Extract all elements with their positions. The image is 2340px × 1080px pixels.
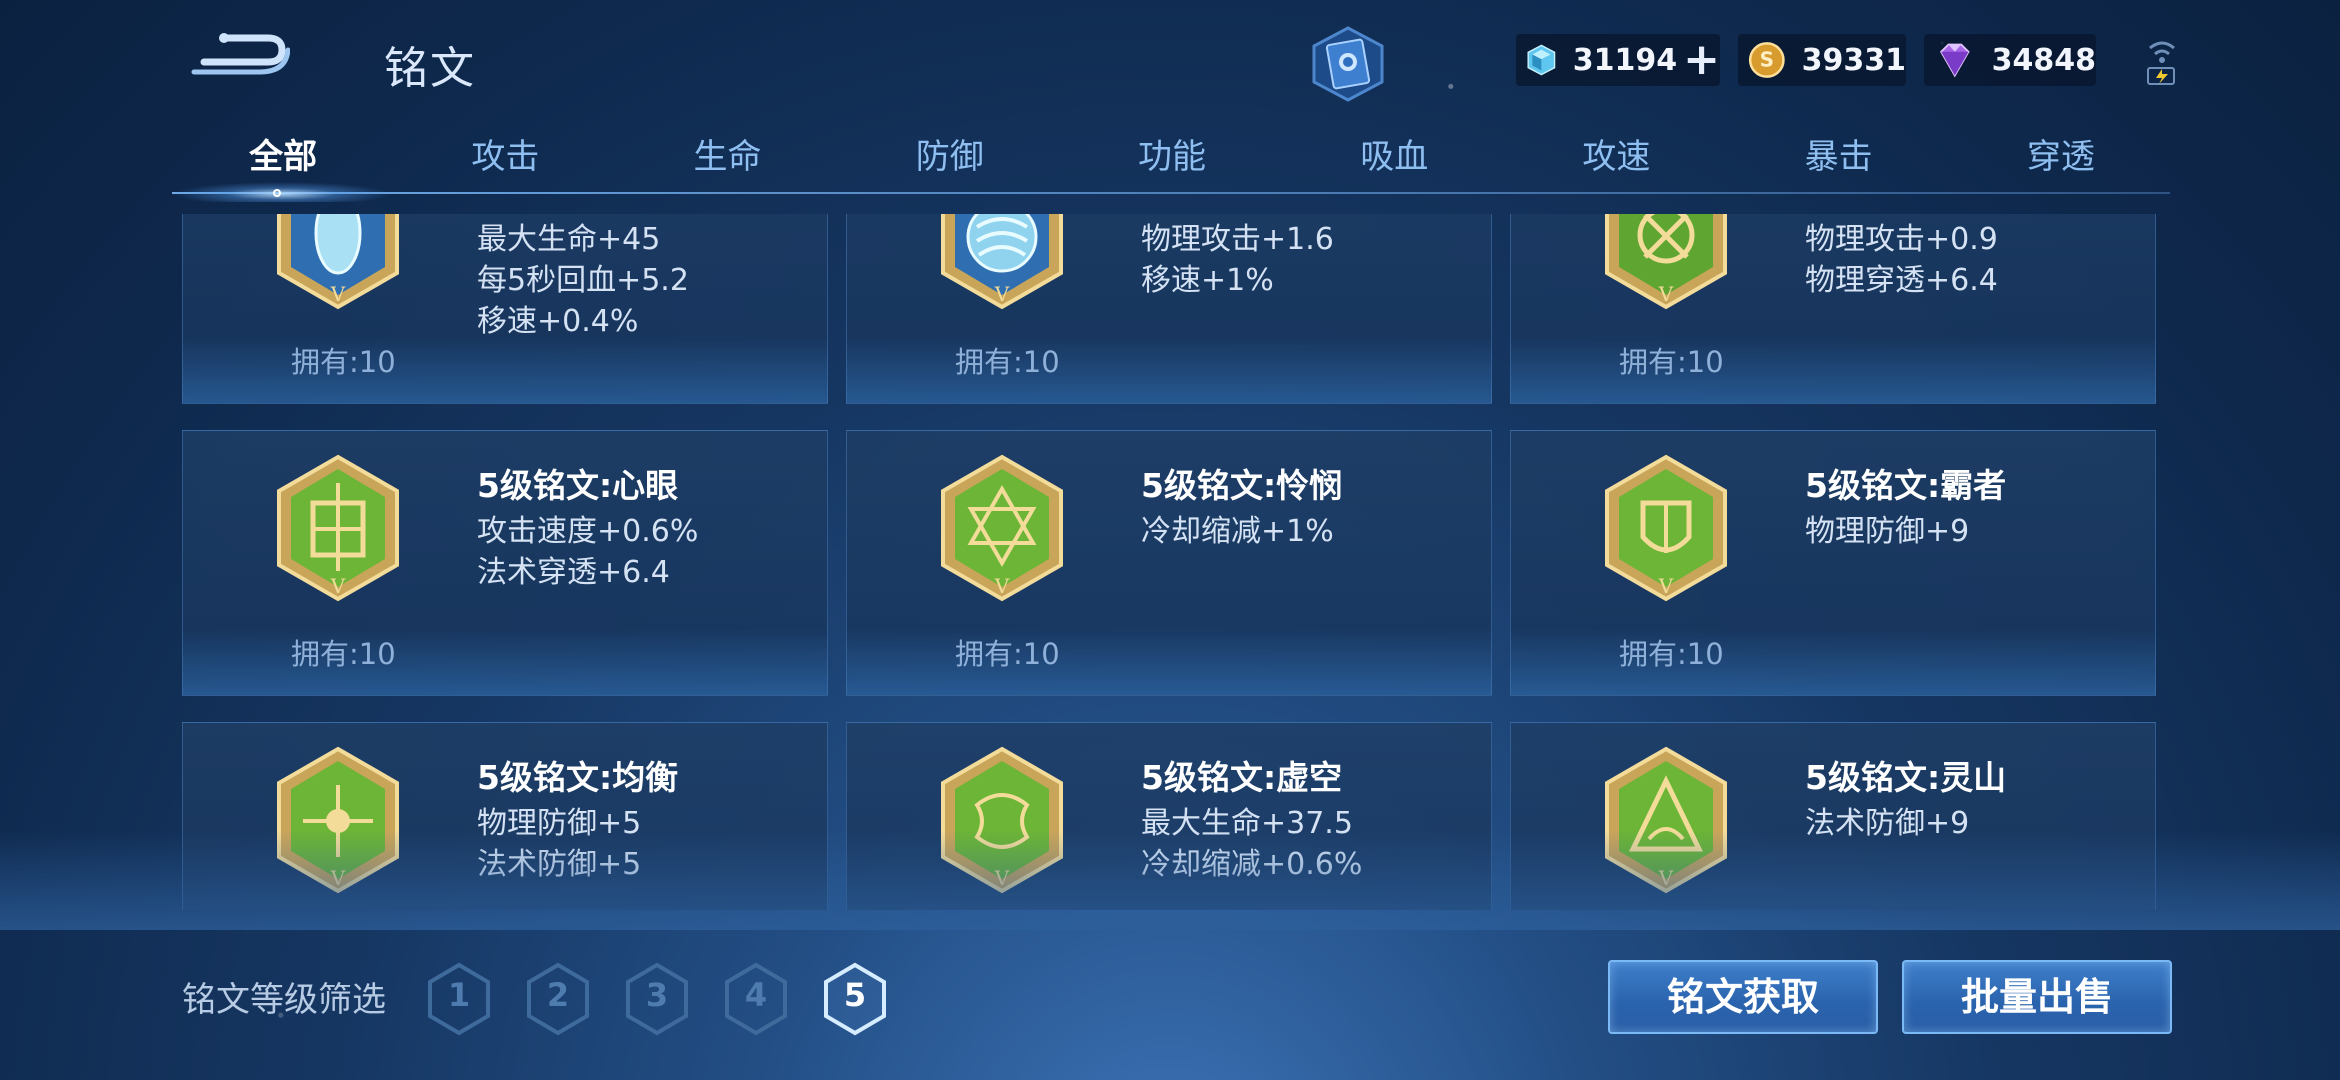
green-rune-lingshan-icon: V [1605, 746, 1727, 894]
crystal-count: 31194 [1572, 42, 1678, 78]
rune-owned-count: 拥有:10 [291, 637, 396, 671]
green-knot-rune-icon: V [1605, 214, 1727, 310]
rune-book-icon [1312, 26, 1384, 102]
acquire-rune-button[interactable]: 铭文获取 [1608, 960, 1878, 1034]
back-arrow-icon [191, 33, 291, 75]
svg-text:V: V [1658, 866, 1674, 890]
level-filter-4[interactable]: 4 [723, 962, 789, 1036]
rune-book-button[interactable] [1308, 26, 1388, 102]
rune-card[interactable]: V 物理攻击+1.6 移速+1% 拥有:10 [846, 214, 1492, 404]
rune-attributes: 攻击速度+0.6% 法术穿透+6.4 [477, 514, 699, 590]
rune-owned-count: 拥有:10 [1619, 637, 1724, 671]
rune-owned-count: 拥有:10 [955, 637, 1060, 671]
signal-icon [2147, 41, 2175, 85]
tab-defense[interactable]: 防御 [839, 128, 1061, 198]
tab-health[interactable]: 生命 [616, 128, 838, 198]
gold-count: 39331 [1801, 42, 1906, 78]
svg-text:V: V [994, 282, 1010, 306]
rune-name: 5级铭文:霸者 [1805, 466, 2007, 505]
rune-attributes: 最大生命+45 每5秒回血+5.2 移速+0.4% [477, 222, 689, 339]
green-rune-bazhe-icon: V [1605, 454, 1727, 602]
rune-attributes: 物理防御+9 [1805, 514, 1970, 549]
rune-card[interactable]: V 5级铭文:怜悯 冷却缩减+1% 拥有:10 [846, 430, 1492, 696]
rune-attributes: 物理防御+5 法术防御+5 [477, 806, 642, 882]
rune-owned-count: 拥有:10 [291, 345, 396, 379]
level-filter-1[interactable]: 1 [426, 962, 492, 1036]
page-title: 铭文 [384, 43, 476, 94]
tab-attack-speed[interactable]: 攻速 [1505, 128, 1727, 198]
rune-owned-count: 拥有:10 [955, 345, 1060, 379]
blue-teardrop-rune-icon: V [277, 214, 399, 310]
blue-swirl-rune-icon: V [941, 214, 1063, 310]
tab-utility[interactable]: 功能 [1061, 128, 1283, 198]
tab-lifesteal[interactable]: 吸血 [1283, 128, 1505, 198]
rune-attributes: 冷却缩减+1% [1141, 514, 1334, 549]
rune-card[interactable]: V 5级铭文:灵山 法术防御+9 [1510, 722, 2156, 910]
rune-grid[interactable]: V 最大生命+45 每5秒回血+5.2 移速+0.4% 拥有:10 V 物理攻击… [182, 214, 2158, 910]
level-filter-label: 铭文等级筛选 [182, 980, 386, 1020]
tab-critical[interactable]: 暴击 [1728, 128, 1950, 198]
level-filter-2[interactable]: 2 [525, 962, 591, 1036]
rune-attributes: 物理攻击+1.6 移速+1% [1141, 222, 1334, 298]
svg-text:V: V [1658, 574, 1674, 598]
svg-text:V: V [330, 866, 346, 890]
gold-currency: S 39331 [1738, 34, 1906, 86]
rune-name: 5级铭文:虚空 [1141, 758, 1343, 797]
rune-card[interactable]: V 5级铭文:虚空 最大生命+37.5 冷却缩减+0.6% [846, 722, 1492, 910]
gold-coin-icon: S [1748, 42, 1785, 78]
category-tabs: 全部 攻击 生命 防御 功能 吸血 攻速 暴击 穿透 [172, 128, 2172, 198]
level-filter-5[interactable]: 5 [822, 962, 888, 1036]
rune-card[interactable]: V 5级铭文:均衡 物理防御+5 法术防御+5 [182, 722, 828, 910]
add-crystal-button[interactable]: + [1683, 38, 1720, 82]
svg-text:V: V [994, 866, 1010, 890]
tab-divider [172, 192, 2170, 194]
rune-attributes: 物理攻击+0.9 物理穿透+6.4 [1805, 222, 1998, 298]
svg-text:S: S [1760, 48, 1774, 72]
active-tab-marker-icon [273, 189, 281, 197]
green-rune-xukong-icon: V [941, 746, 1063, 894]
svg-text:V: V [994, 574, 1010, 598]
rune-name: 5级铭文:心眼 [477, 466, 679, 505]
tab-attack[interactable]: 攻击 [394, 128, 616, 198]
network-status [2142, 34, 2182, 90]
diamond-currency: 34848 [1924, 34, 2096, 86]
green-rune-lianmin-icon: V [941, 454, 1063, 602]
green-rune-xinyan-icon: V [277, 454, 399, 602]
rune-owned-count: 拥有:10 [1619, 345, 1724, 379]
svg-text:V: V [330, 574, 346, 598]
rune-card[interactable]: V 最大生命+45 每5秒回血+5.2 移速+0.4% 拥有:10 [182, 214, 828, 404]
rune-attributes: 最大生命+37.5 冷却缩减+0.6% [1141, 806, 1363, 882]
purple-diamond-icon [1939, 43, 1970, 78]
svg-text:V: V [330, 282, 346, 306]
back-button[interactable] [190, 28, 291, 88]
svg-text:V: V [1658, 282, 1674, 306]
crystal-icon [1527, 44, 1556, 76]
rune-name: 5级铭文:灵山 [1805, 758, 2007, 797]
level-filter-3[interactable]: 3 [624, 962, 690, 1036]
diamond-count: 34848 [1991, 42, 2096, 78]
rune-card[interactable]: V 5级铭文:心眼 攻击速度+0.6% 法术穿透+6.4 拥有:10 [182, 430, 828, 696]
rune-card[interactable]: V 5级铭文:霸者 物理防御+9 拥有:10 [1510, 430, 2156, 696]
tab-penetration[interactable]: 穿透 [1950, 128, 2172, 198]
batch-sell-button[interactable]: 批量出售 [1902, 960, 2172, 1034]
green-rune-junheng-icon: V [277, 746, 399, 894]
crystal-currency: 31194 + [1516, 34, 1720, 86]
rune-name: 5级铭文:怜悯 [1141, 466, 1343, 505]
rune-name: 5级铭文:均衡 [477, 758, 679, 797]
rune-attributes: 法术防御+9 [1805, 806, 1970, 841]
rune-card[interactable]: V 物理攻击+0.9 物理穿透+6.4 拥有:10 [1510, 214, 2156, 404]
